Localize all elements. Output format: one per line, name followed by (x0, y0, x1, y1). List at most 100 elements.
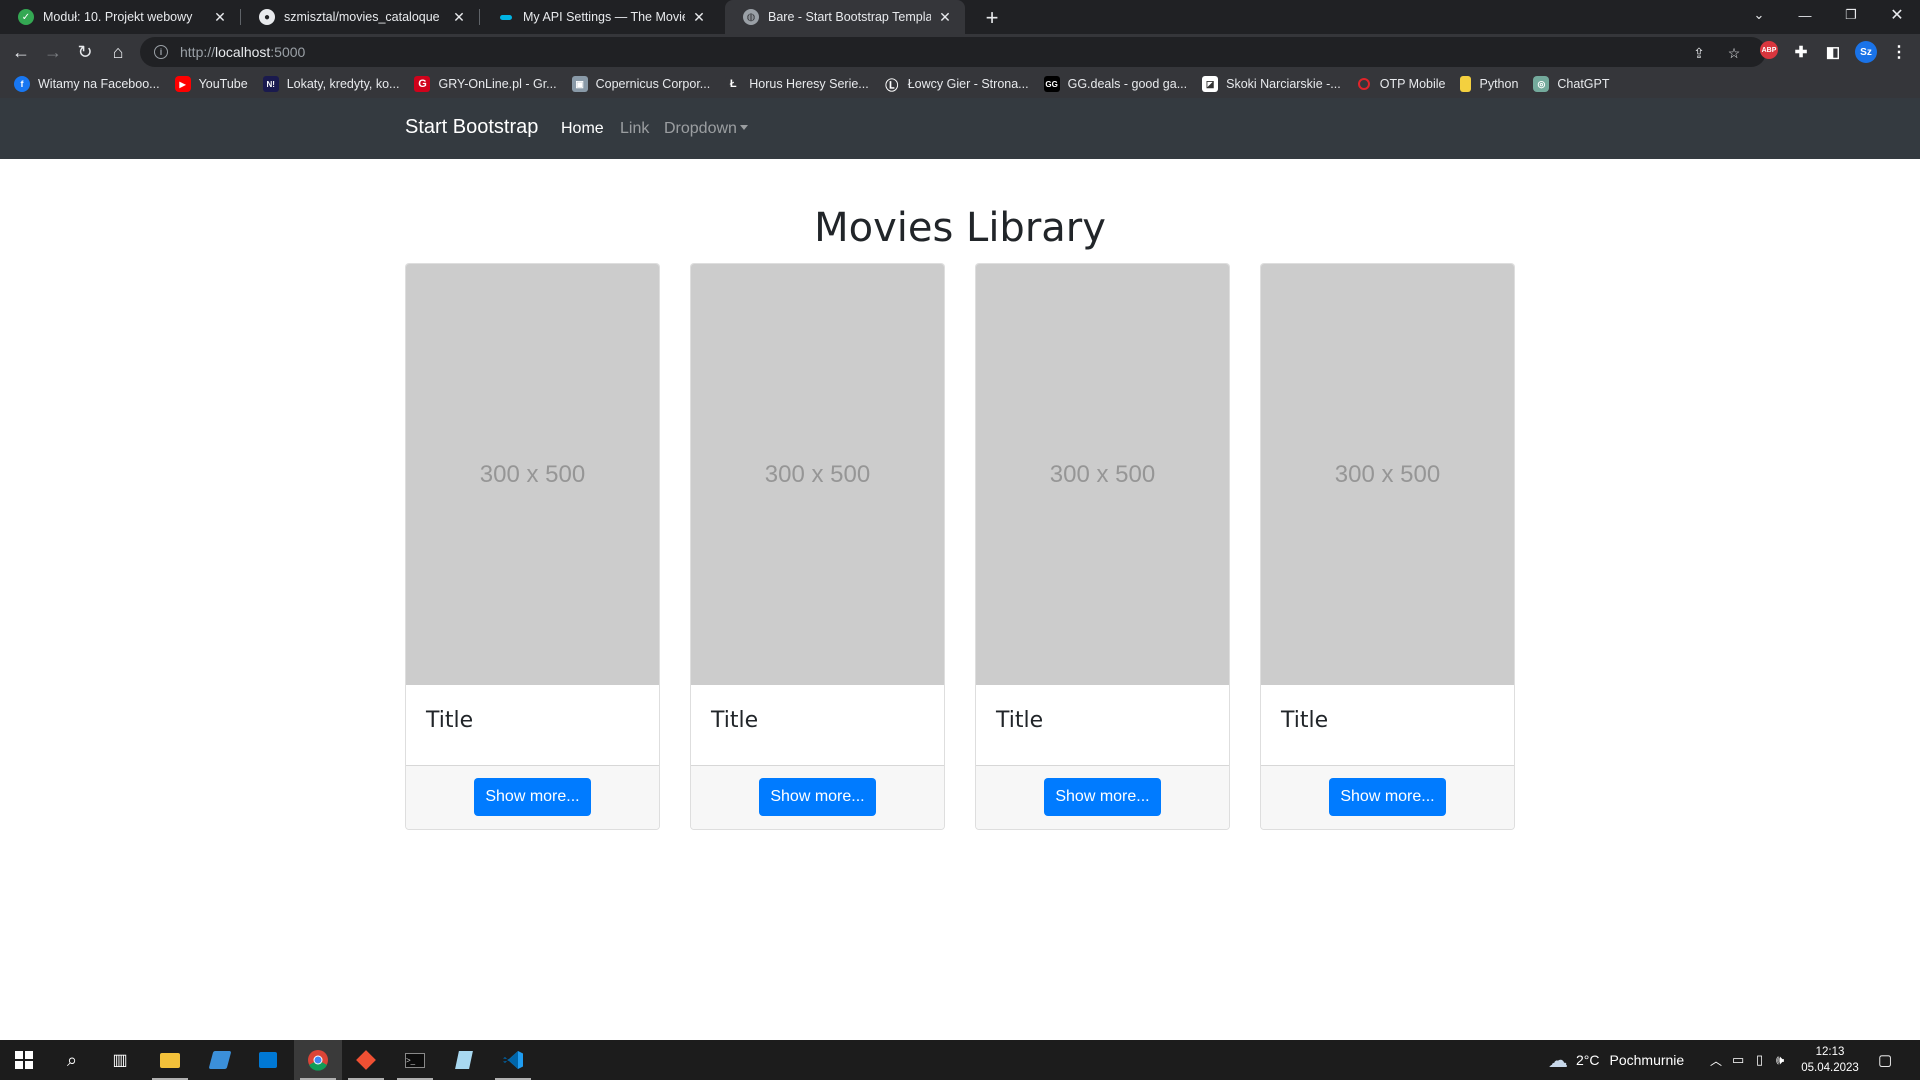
git-icon[interactable] (342, 1040, 390, 1080)
bookmark-gg-deals[interactable]: GG GG.deals - good ga... (1043, 76, 1187, 92)
vscode-icon[interactable] (489, 1040, 537, 1080)
card-title: Title (426, 708, 474, 733)
card-footer: Show more... (976, 765, 1229, 829)
bookmark-chatgpt[interactable]: ◎ ChatGPT (1533, 76, 1610, 92)
address-bar[interactable]: i http://localhost:5000 ⇪ ☆ (140, 37, 1766, 67)
adblock-extension-icon[interactable]: ABP (1760, 41, 1778, 59)
close-icon[interactable]: ✕ (937, 9, 953, 25)
bookmark-skoki[interactable]: ◪ Skoki Narciarskie -... (1202, 76, 1341, 92)
show-more-button[interactable]: Show more... (1044, 778, 1161, 816)
bookmark-otp-mobile[interactable]: OTP Mobile (1356, 76, 1445, 92)
tab-search-chevron-icon[interactable]: ⌄ (1736, 0, 1782, 30)
tab-label: szmisztal/movies_cataloque (284, 10, 440, 24)
chrome-icon[interactable] (294, 1040, 342, 1080)
site-navbar: Start Bootstrap Home Link Dropdown (0, 98, 1920, 159)
tab-tmdb[interactable]: My API Settings — The Movie Da ✕ (480, 0, 719, 34)
search-icon[interactable]: ⌕ (48, 1040, 96, 1080)
show-hidden-icons-chevron-icon[interactable]: ︿ (1710, 1040, 1722, 1080)
youtube-icon: ▶ (174, 76, 191, 92)
weather-widget[interactable]: ☁ 2°C Pochmurnie (1548, 1040, 1684, 1080)
movie-card: 300 x 500 Title Show more... (975, 263, 1230, 830)
home-button[interactable]: ⌂ (104, 38, 132, 66)
cloud-icon: ☁ (1548, 1049, 1568, 1072)
bookmark-gry-online[interactable]: G GRY-OnLine.pl - Gr... (414, 76, 557, 92)
chatgpt-icon: ◎ (1533, 76, 1550, 92)
tab-github[interactable]: ● szmisztal/movies_cataloque ✕ (241, 0, 479, 34)
notifications-icon[interactable]: ▢ (1878, 1040, 1892, 1080)
bookmark-lowcy-gier[interactable]: Ⓛ Łowcy Gier - Strona... (883, 76, 1029, 93)
copernicus-icon: ▣ (571, 76, 588, 92)
microsoft-store-icon[interactable] (244, 1040, 292, 1080)
bookmark-copernicus[interactable]: ▣ Copernicus Corpor... (571, 76, 710, 92)
poster-placeholder: 300 x 500 (406, 264, 659, 685)
tab-label: My API Settings — The Movie Da (523, 10, 685, 24)
navbar-brand[interactable]: Start Bootstrap (405, 116, 538, 139)
movie-card: 300 x 500 Title Show more... (1260, 263, 1515, 830)
side-panel-icon[interactable]: ◧ (1822, 41, 1844, 63)
gry-online-icon: G (414, 76, 431, 92)
close-icon[interactable]: ✕ (212, 9, 228, 25)
tab-bootstrap-active[interactable]: ◍ Bare - Start Bootstrap Template ✕ (725, 0, 965, 34)
app-icon[interactable] (196, 1040, 244, 1080)
forward-button[interactable]: → (39, 38, 67, 66)
network-icon[interactable]: ▭ (1732, 1040, 1744, 1080)
facebook-icon: f (14, 76, 30, 92)
reload-button[interactable]: ↻ (71, 38, 99, 66)
profile-avatar[interactable]: Sz (1855, 41, 1877, 63)
kodilla-check-icon: ✓ (18, 9, 34, 25)
nav-dropdown[interactable]: Dropdown (664, 120, 748, 138)
globe-icon: ◍ (743, 9, 759, 25)
bookmark-youtube[interactable]: ▶ YouTube (174, 76, 248, 92)
power-icon[interactable]: ▯ (1756, 1040, 1763, 1080)
card-title: Title (996, 708, 1044, 733)
otp-mobile-icon (1356, 76, 1372, 92)
tab-kodilla[interactable]: ✓ Moduł: 10. Projekt webowy ✕ (0, 0, 240, 34)
page-title: Movies Library (814, 205, 1106, 251)
taskbar-clock[interactable]: 12:13 05.04.2023 (1790, 1044, 1870, 1076)
gg-deals-icon: GG (1043, 76, 1060, 92)
site-info-icon[interactable]: i (154, 45, 168, 59)
bookmark-star-icon[interactable]: ☆ (1724, 43, 1744, 63)
show-more-button[interactable]: Show more... (759, 778, 876, 816)
window-close-button[interactable]: ✕ (1874, 0, 1920, 30)
chrome-menu-icon[interactable]: ⋮ (1888, 41, 1910, 63)
browser-tab-strip: ✓ Moduł: 10. Projekt webowy ✕ ● szmiszta… (0, 0, 1920, 34)
bookmark-python[interactable]: Python (1460, 76, 1518, 92)
bookmark-facebook[interactable]: f Witamy na Faceboo... (14, 76, 160, 92)
movie-card: 300 x 500 Title Show more... (405, 263, 660, 830)
bookmark-horus-heresy[interactable]: Ł Horus Heresy Serie... (725, 76, 869, 92)
browser-toolbar: ← → ↻ ⌂ i http://localhost:5000 ⇪ ☆ ABP … (0, 34, 1920, 70)
nav-link-link[interactable]: Link (620, 120, 649, 138)
windows-taskbar: ⌕ ▥ >_ ☁ 2°C Pochmurnie ︿ ▭ ▯ 🕪 12:13 05… (0, 1040, 1920, 1080)
tmdb-icon (498, 9, 514, 25)
poster-placeholder: 300 x 500 (691, 264, 944, 685)
terminal-icon[interactable]: >_ (391, 1040, 439, 1080)
poster-placeholder: 300 x 500 (1261, 264, 1514, 685)
tab-label: Bare - Start Bootstrap Template (768, 10, 931, 24)
back-button[interactable]: ← (7, 38, 35, 66)
show-more-button[interactable]: Show more... (1329, 778, 1446, 816)
bookmarks-bar: f Witamy na Faceboo... ▶ YouTube N! Lokaty,… (0, 70, 1920, 98)
page-viewport: Start Bootstrap Home Link Dropdown Movie… (0, 98, 1920, 1040)
windows-start-icon[interactable] (0, 1040, 48, 1080)
nav-link-home[interactable]: Home (561, 120, 604, 138)
notepad-icon[interactable] (440, 1040, 488, 1080)
card-footer: Show more... (1261, 765, 1514, 829)
new-tab-button[interactable]: + (978, 4, 1006, 32)
share-icon[interactable]: ⇪ (1689, 43, 1709, 63)
close-icon[interactable]: ✕ (691, 9, 707, 25)
close-icon[interactable]: ✕ (451, 9, 467, 25)
file-explorer-icon[interactable] (146, 1040, 194, 1080)
task-view-icon[interactable]: ▥ (96, 1040, 144, 1080)
horus-heresy-icon: Ł (725, 76, 742, 92)
restore-button[interactable]: ❐ (1828, 0, 1874, 30)
folder-icon (1460, 76, 1472, 92)
caret-down-icon (739, 125, 748, 130)
show-more-button[interactable]: Show more... (474, 778, 591, 816)
volume-icon[interactable]: 🕪 (1776, 1040, 1784, 1080)
minimize-button[interactable]: — (1782, 0, 1828, 30)
extensions-puzzle-icon[interactable]: ✚ (1790, 41, 1812, 63)
movie-card: 300 x 500 Title Show more... (690, 263, 945, 830)
bookmark-lokaty[interactable]: N! Lokaty, kredyty, ko... (262, 76, 399, 92)
tab-label: Moduł: 10. Projekt webowy (43, 10, 193, 24)
